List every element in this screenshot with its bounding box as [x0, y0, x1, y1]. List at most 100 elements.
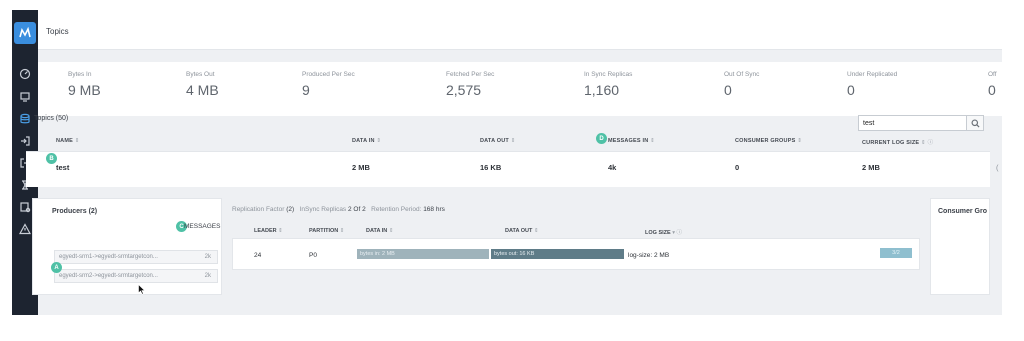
- sign-in-icon[interactable]: [18, 134, 32, 148]
- metrics-strip: Bytes In 9 MB Bytes Out 4 MB Produced Per …: [38, 62, 1002, 116]
- column-label: NAME: [56, 138, 73, 144]
- column-label: LEADER: [254, 228, 277, 234]
- sort-icon: ⇕: [510, 138, 516, 144]
- dashboard-icon[interactable]: [18, 67, 32, 81]
- logo-icon: [19, 26, 31, 38]
- sort-icon: ⇕: [376, 138, 382, 144]
- partition-id: P0: [309, 252, 317, 259]
- replication-info: Replication Factor (2) InSync Replicas 2…: [232, 206, 445, 213]
- metric-value: 0: [847, 82, 855, 98]
- metric-label: Bytes In: [68, 71, 92, 78]
- sort-icon: ⇕: [388, 228, 394, 234]
- metric-under-replicated: Under Replicated 0: [847, 71, 897, 98]
- settings-list-icon[interactable]: [18, 200, 32, 214]
- column-label: MESSAGES IN: [608, 138, 649, 144]
- metric-value: 1,160: [584, 82, 620, 98]
- sort-icon: ⇕: [74, 138, 80, 144]
- producer-name: egyedt-srm2->egyedt-srmtargetcon...: [59, 273, 158, 279]
- partition-header-partition[interactable]: PARTITION ⇕: [309, 228, 344, 234]
- metric-out-of-sync: Out Of Sync 0: [724, 71, 759, 98]
- topics-count-title: Topics (50): [34, 115, 69, 122]
- partition-leader: 24: [254, 252, 262, 259]
- insync-replicas-value: 2 Of 2: [348, 206, 366, 213]
- search-icon: [970, 118, 980, 128]
- topic-name[interactable]: test: [56, 163, 69, 172]
- metric-bytes-out: Bytes Out 4 MB: [186, 71, 219, 98]
- app-logo[interactable]: [14, 22, 36, 44]
- column-header-data-in[interactable]: DATA IN ⇕: [352, 138, 381, 144]
- column-header-current-log-size[interactable]: CURRENT LOG SIZE ⇕ ⓘ: [862, 138, 933, 146]
- metric-bytes-in: Bytes In 9 MB: [68, 71, 101, 98]
- partition-action-button[interactable]: 3/2: [880, 248, 912, 258]
- annotation-badge-d: D: [596, 133, 607, 144]
- sort-icon: ⇕: [339, 228, 345, 234]
- consumer-groups-title: Consumer Gro: [938, 208, 988, 215]
- metric-value: 4 MB: [186, 82, 219, 98]
- page-title: Topics: [46, 27, 69, 36]
- metric-fetched-per-sec: Fetched Per Sec 2,575: [446, 71, 494, 98]
- sort-desc-icon: ▾ ⓘ: [672, 230, 682, 236]
- metric-label: Bytes Out: [186, 71, 215, 78]
- retention-period-label: Retention Period:: [371, 206, 422, 213]
- column-label: LOG SIZE: [645, 230, 671, 236]
- column-header-name[interactable]: NAME ⇕: [56, 138, 80, 144]
- topic-log-size: 2 MB: [862, 163, 880, 172]
- producers-title: Producers (2): [52, 208, 98, 215]
- metric-label: Produced Per Sec: [302, 71, 355, 78]
- sort-icon: ⇕: [533, 228, 539, 234]
- metric-in-sync-replicas: In Sync Replicas 1,160: [584, 71, 632, 98]
- warning-icon[interactable]: [18, 222, 32, 236]
- mouse-cursor-icon: [138, 282, 146, 300]
- replication-factor-label: Replication Factor: [232, 206, 285, 213]
- producer-item[interactable]: egyedt-srm1->egyedt-srmtargetcon... 2k: [54, 250, 218, 264]
- producer-item[interactable]: egyedt-srm2->egyedt-srmtargetcon... 2k: [54, 269, 218, 283]
- producer-count: 2k: [204, 273, 211, 279]
- sort-icon: ⇕: [797, 138, 802, 144]
- metric-label: Out Of Sync: [724, 71, 760, 78]
- info-icon: ⓘ: [927, 140, 934, 146]
- metric-value: 9 MB: [68, 82, 101, 98]
- sort-icon: ⇕: [278, 228, 283, 234]
- partition-header-leader[interactable]: LEADER ⇕: [254, 228, 283, 234]
- row-overflow-text: (: [996, 163, 999, 172]
- sort-icon: ⇕: [921, 140, 926, 146]
- partition-log-size: log-size: 2 MB: [628, 252, 670, 259]
- column-label: CONSUMER GROUPS: [735, 138, 796, 144]
- column-header-consumer-groups[interactable]: CONSUMER GROUPS ⇕: [735, 138, 802, 144]
- top-bar: Topics: [38, 10, 1002, 50]
- bytes-in-bar: bytes in: 2 MB: [357, 249, 489, 259]
- metric-label: Fetched Per Sec: [446, 71, 495, 78]
- metric-value: 0: [988, 82, 996, 98]
- metric-value: 9: [302, 82, 310, 98]
- producer-count: 2k: [204, 254, 211, 260]
- insync-replicas-label: InSync Replicas: [299, 206, 347, 213]
- database-icon[interactable]: [18, 112, 32, 126]
- search-input[interactable]: [858, 115, 968, 131]
- topic-messages-in: 4k: [608, 163, 617, 172]
- column-header-data-out[interactable]: DATA OUT ⇕: [480, 138, 516, 144]
- metric-label: Off: [988, 71, 997, 78]
- column-label: PARTITION: [309, 228, 339, 234]
- topic-data-in: 2 MB: [352, 163, 370, 172]
- sort-icon: ⇕: [650, 138, 655, 144]
- column-label: DATA OUT: [505, 228, 533, 234]
- partition-header-data-in[interactable]: DATA IN ⇕: [366, 228, 393, 234]
- topic-data-out: 16 KB: [480, 163, 502, 172]
- column-label: CURRENT LOG SIZE: [862, 140, 920, 146]
- metric-produced-per-sec: Produced Per Sec 9: [302, 71, 355, 98]
- partition-header-log-size[interactable]: LOG SIZE ▾ ⓘ: [645, 228, 682, 236]
- producer-name: egyedt-srm1->egyedt-srmtargetcon...: [59, 254, 158, 260]
- monitor-icon[interactable]: [18, 90, 32, 104]
- replication-factor-value: (2): [286, 206, 295, 213]
- metric-value: 2,575: [446, 82, 482, 98]
- producers-messages-label: MESSAGES: [184, 223, 221, 230]
- metric-label: Under Replicated: [847, 71, 898, 78]
- metric-value: 0: [724, 82, 732, 98]
- annotation-badge-a: A: [51, 262, 62, 273]
- partition-header-data-out[interactable]: DATA OUT ⇕: [505, 228, 539, 234]
- column-header-messages-in[interactable]: MESSAGES IN ⇕: [608, 138, 655, 144]
- search-button[interactable]: [966, 115, 984, 131]
- table-row[interactable]: [26, 151, 990, 187]
- column-label: DATA IN: [366, 228, 388, 234]
- bytes-out-bar: bytes out: 16 KB: [491, 249, 624, 259]
